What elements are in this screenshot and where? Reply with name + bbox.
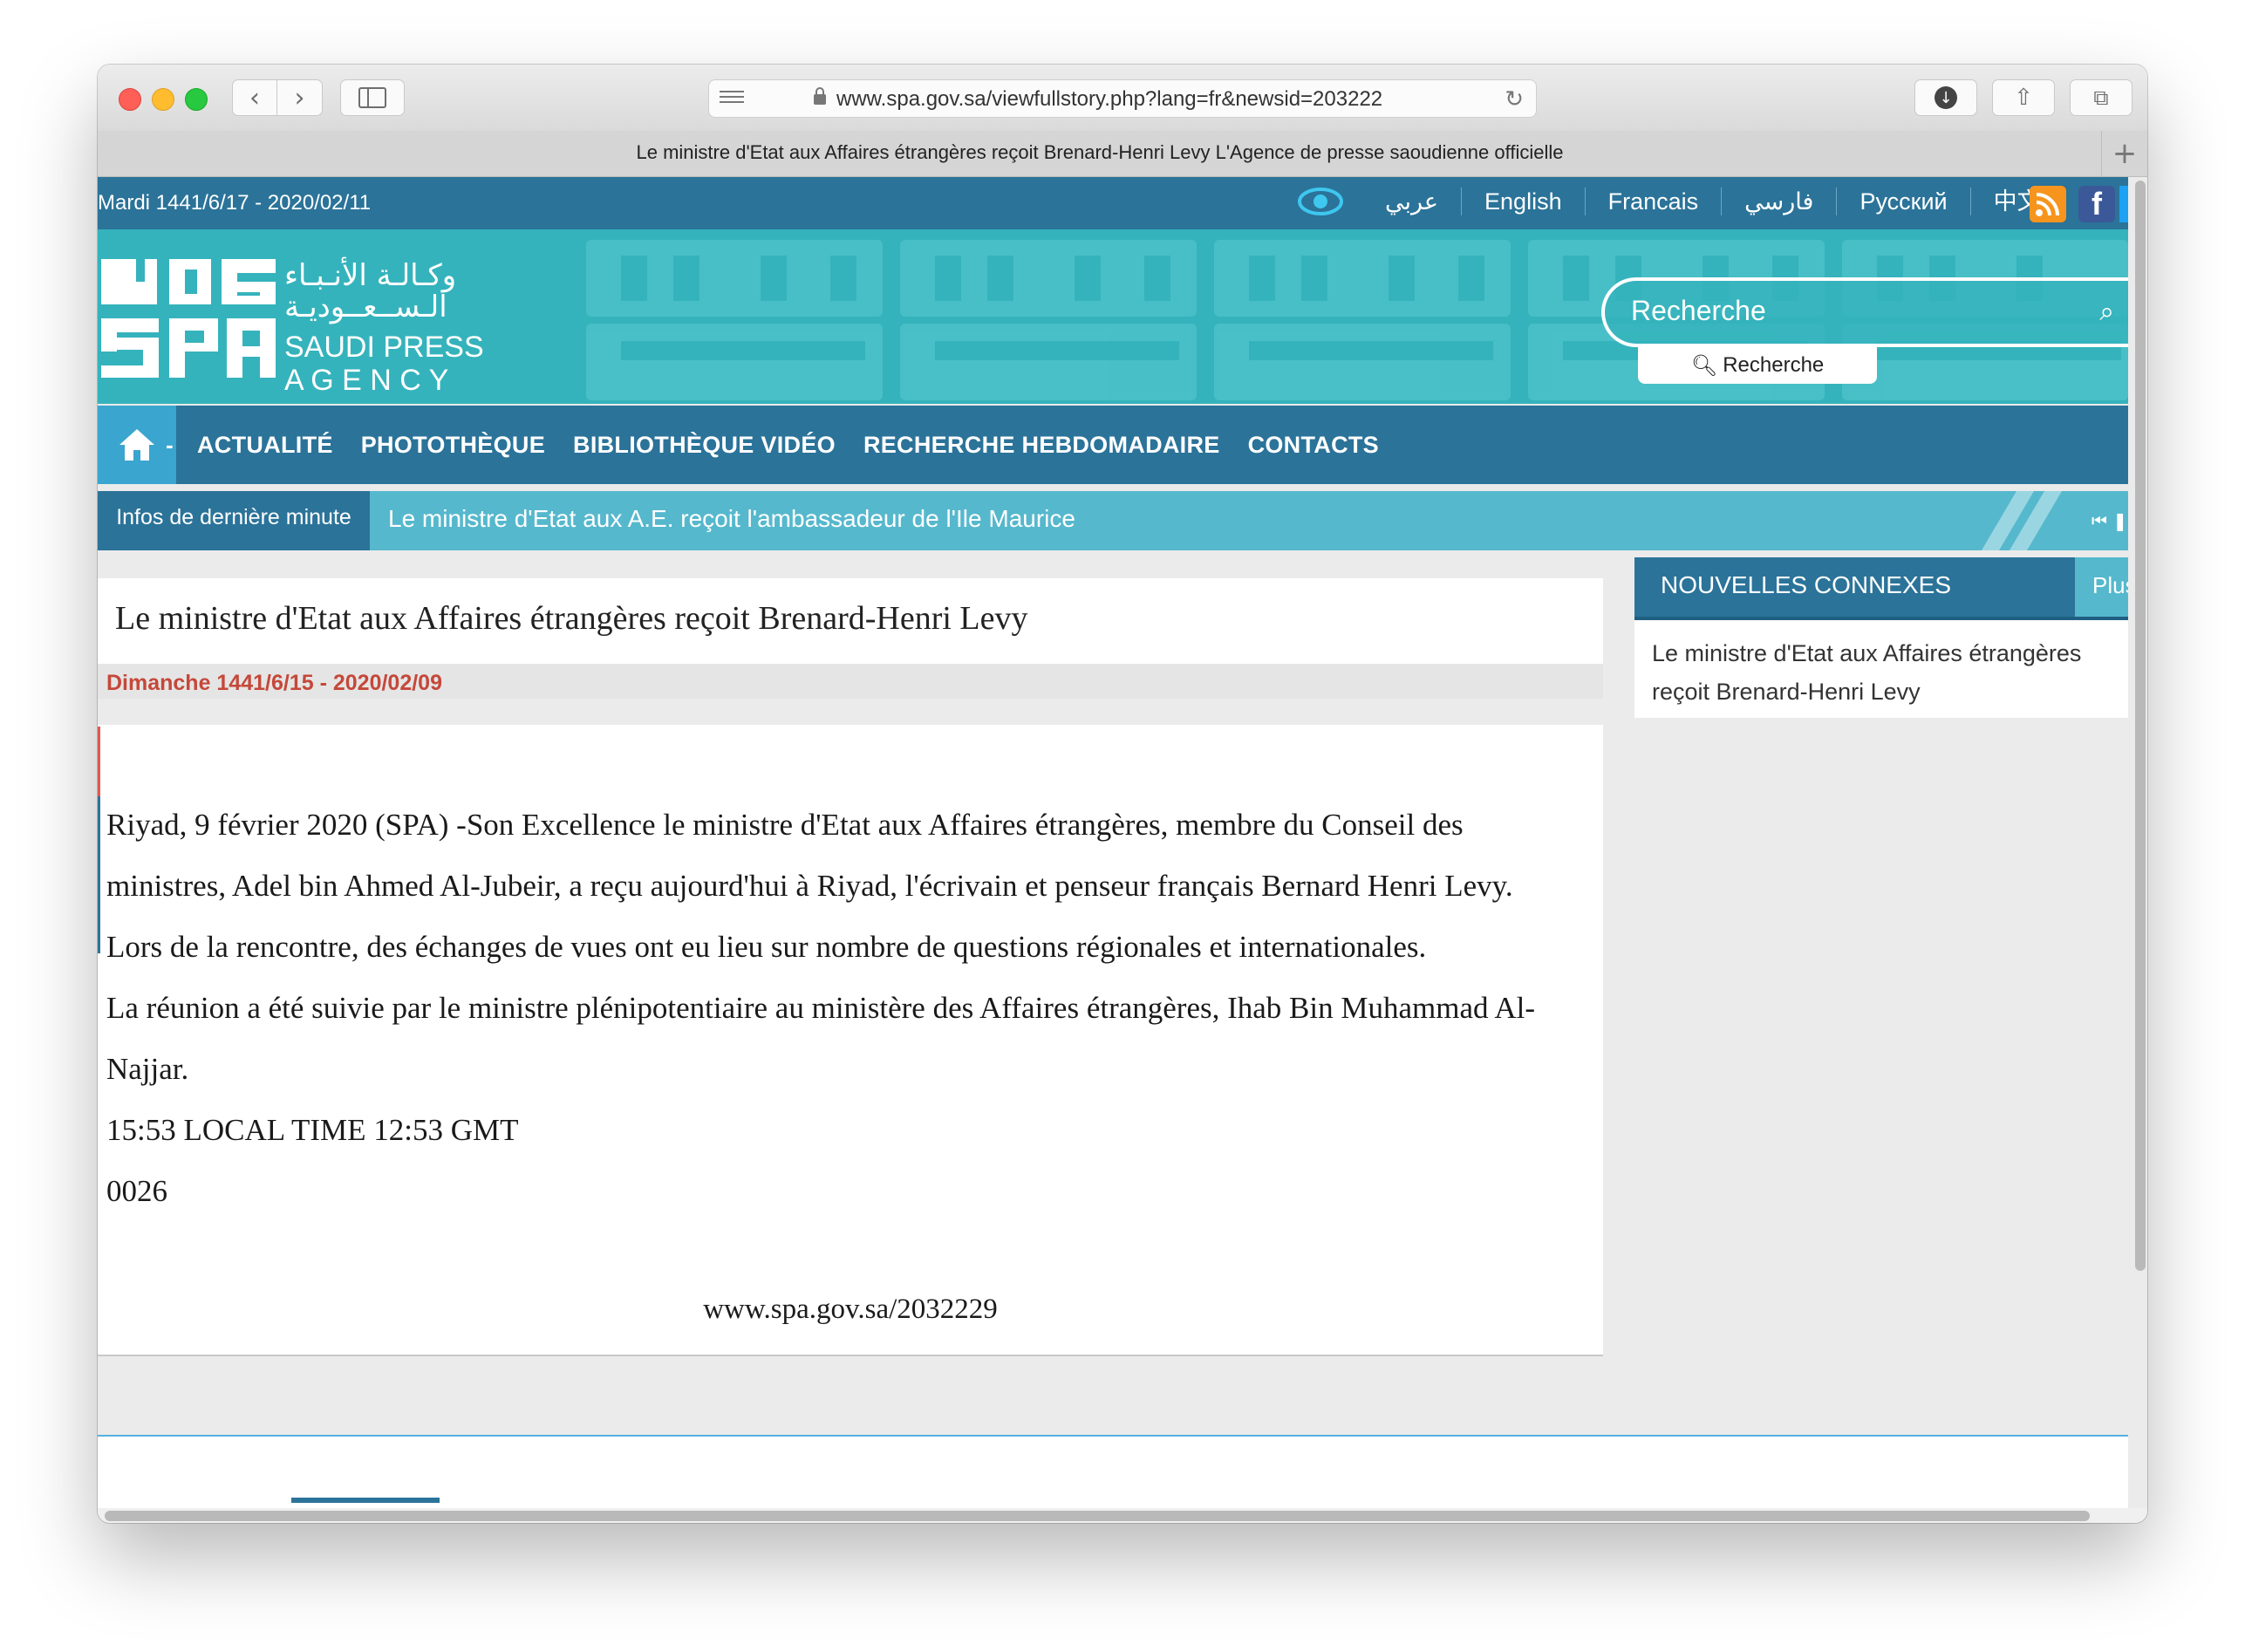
- lang-arabic[interactable]: عربي: [1362, 188, 1463, 215]
- nav-item-phototheque[interactable]: PHOTOTHÈQUE: [361, 432, 545, 459]
- footer-logo[interactable]: [291, 1498, 440, 1503]
- downloads-button[interactable]: ↓: [1914, 79, 1977, 116]
- nav-item-contacts[interactable]: CONTACTS: [1248, 432, 1379, 459]
- site-banner: وكـالـة الأنـبـاء الـســعــوديـة SAUDI P…: [98, 229, 2128, 404]
- main-navigation: - ACTUALITÉ PHOTOTHÈQUE BIBLIOTHÈQUE VID…: [98, 406, 2128, 484]
- magnifier-icon: 🔍︎: [1690, 353, 1718, 378]
- chevron-right-icon: ›: [294, 82, 305, 113]
- article-header: Le ministre d'Etat aux Affaires étrangèr…: [98, 578, 1603, 664]
- top-info-bar: Mardi 1441/6/17 - 2020/02/11 عربي Englis…: [98, 177, 2128, 229]
- article-timestamp: 15:53 LOCAL TIME 12:53 GMT: [106, 1113, 519, 1147]
- current-date: Mardi 1441/6/17 - 2020/02/11: [98, 191, 372, 215]
- ticker-label: Infos de dernière minute: [98, 491, 370, 550]
- article-title: Le ministre d'Etat aux Affaires étrangèr…: [115, 600, 1028, 637]
- svg-text:A G E N C Y: A G E N C Y: [284, 364, 448, 397]
- related-news-item[interactable]: Le ministre d'Etat aux Affaires étrangèr…: [1634, 620, 2128, 718]
- nav-menu: ACTUALITÉ PHOTOTHÈQUE BIBLIOTHÈQUE VIDÉO…: [197, 432, 1407, 459]
- body-accent-blue: [98, 796, 100, 953]
- download-icon: ↓: [1935, 86, 1957, 109]
- article-date-bar: Dimanche 1441/6/15 - 2020/02/09: [98, 664, 1603, 699]
- tab-bar: Le ministre d'Etat aux Affaires étrangèr…: [98, 131, 2147, 177]
- tabs-icon: ⧉: [2093, 85, 2109, 110]
- nav-item-recherche-hebdomadaire[interactable]: RECHERCHE HEBDOMADAIRE: [863, 432, 1220, 459]
- breaking-news-ticker: Infos de dernière minute Le ministre d'E…: [98, 491, 2128, 550]
- lock-icon: [814, 87, 826, 105]
- url-text[interactable]: www.spa.gov.sa/viewfullstory.php?lang=fr…: [836, 87, 1430, 112]
- home-separator: -: [166, 432, 174, 458]
- nav-item-bibliotheque-video[interactable]: BIBLIOTHÈQUE VIDÉO: [573, 432, 836, 459]
- article-paragraph: La réunion a été suivie par le ministre …: [106, 991, 1535, 1086]
- nav-item-actualite[interactable]: ACTUALITÉ: [197, 432, 333, 459]
- home-icon: [119, 429, 154, 461]
- close-window-button[interactable]: [119, 88, 141, 111]
- reload-icon[interactable]: ↻: [1505, 86, 1524, 113]
- tab-overview-button[interactable]: ⧉: [2070, 79, 2132, 116]
- related-more-link[interactable]: Plus: [2075, 557, 2128, 617]
- back-button[interactable]: ‹: [232, 79, 277, 116]
- article-paragraph: Lors de la rencontre, des échanges de vu…: [106, 930, 1427, 964]
- sidebar-icon: [358, 87, 386, 108]
- browser-toolbar: ‹ › www.spa.gov.sa/viewfullstory.php?lan…: [98, 65, 2147, 132]
- spa-logo[interactable]: وكـالـة الأنـبـاء الـســعــوديـة SAUDI P…: [98, 229, 534, 404]
- lang-english[interactable]: English: [1462, 188, 1586, 215]
- vertical-scrollbar[interactable]: [2135, 181, 2146, 1271]
- article-short-url[interactable]: www.spa.gov.sa/2032229: [98, 1294, 1603, 1326]
- lang-french[interactable]: Francais: [1586, 188, 1723, 215]
- article-body: Riyad, 9 février 2020 (SPA) -Son Excelle…: [98, 725, 1603, 1356]
- address-bar[interactable]: www.spa.gov.sa/viewfullstory.php?lang=fr…: [708, 79, 1537, 118]
- related-news-header: NOUVELLES CONNEXES Plus: [1634, 557, 2128, 617]
- twitter-icon[interactable]: [2119, 186, 2128, 222]
- article-text: Riyad, 9 février 2020 (SPA) -Son Excelle…: [106, 795, 1589, 1222]
- share-button[interactable]: ⇧: [1992, 79, 2055, 116]
- chevron-left-icon: ‹: [249, 82, 260, 113]
- lang-russian[interactable]: Русский: [1837, 188, 1971, 215]
- horizontal-scrollbar[interactable]: [105, 1511, 2090, 1521]
- ticker-headline[interactable]: Le ministre d'Etat aux A.E. reçoit l'amb…: [388, 505, 1075, 533]
- rss-icon[interactable]: [2030, 186, 2066, 222]
- article-date: Dimanche 1441/6/15 - 2020/02/09: [106, 671, 442, 695]
- svg-text:SAUDI PRESS: SAUDI PRESS: [284, 331, 484, 364]
- svg-text:وكـالـة الأنـبـاء: وكـالـة الأنـبـاء: [284, 256, 456, 293]
- share-icon: ⇧: [2014, 85, 2033, 111]
- sidebar-toggle-button[interactable]: [340, 79, 405, 116]
- ticker-decoration: [1982, 491, 2062, 550]
- search-input[interactable]: Recherche: [1631, 295, 1766, 327]
- search-icon[interactable]: ⌕: [2099, 297, 2114, 327]
- facebook-icon[interactable]: f: [2078, 186, 2115, 222]
- zoom-window-button[interactable]: [185, 88, 208, 111]
- search-box[interactable]: Recherche ⌕: [1601, 277, 2128, 347]
- reader-view-icon[interactable]: [720, 91, 744, 106]
- body-accent-red: [98, 727, 100, 796]
- language-switcher: عربي English Francais فارسي Русский 中文: [1362, 188, 2064, 215]
- browser-window: ‹ › www.spa.gov.sa/viewfullstory.php?lan…: [98, 65, 2147, 1523]
- related-news-title: NOUVELLES CONNEXES: [1661, 571, 1951, 598]
- home-button[interactable]: [98, 406, 176, 484]
- search-button-label: Recherche: [1723, 353, 1825, 377]
- ticker-controls-icon[interactable]: ⏮ ❚: [2091, 510, 2127, 531]
- tab-title[interactable]: Le ministre d'Etat aux Affaires étrangèr…: [98, 141, 2102, 164]
- minimize-window-button[interactable]: [152, 88, 174, 111]
- page-viewport: Mardi 1441/6/17 - 2020/02/11 عربي Englis…: [98, 177, 2147, 1523]
- search-button[interactable]: 🔍︎ Recherche: [1638, 347, 1877, 384]
- svg-text:الـســعــوديـة: الـســعــوديـة: [284, 290, 447, 324]
- lang-farsi[interactable]: فارسي: [1722, 188, 1838, 215]
- new-tab-button[interactable]: +: [2101, 131, 2147, 176]
- accessibility-eye-icon[interactable]: [1298, 186, 1343, 217]
- forward-button[interactable]: ›: [277, 79, 323, 116]
- article-code: 0026: [106, 1174, 167, 1208]
- article-paragraph: Riyad, 9 février 2020 (SPA) -Son Excelle…: [106, 808, 1513, 903]
